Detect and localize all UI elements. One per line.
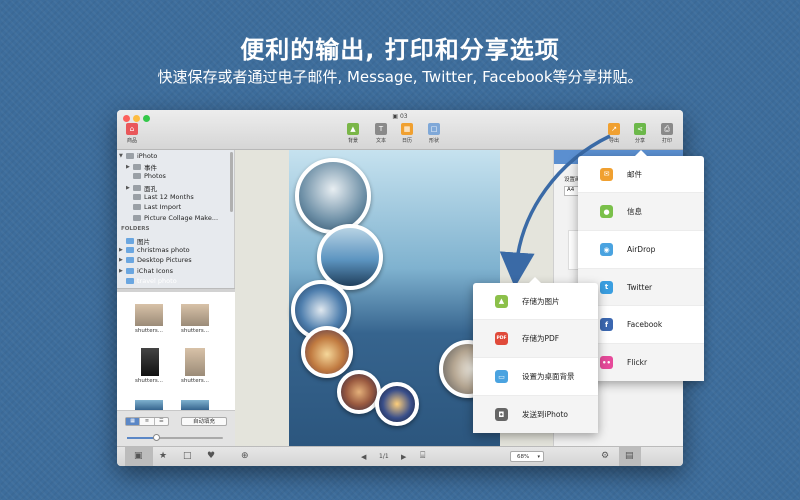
mail-icon: ✉ <box>600 167 613 181</box>
share-mail-item[interactable]: ✉ 邮件 <box>578 156 704 193</box>
facebook-icon: f <box>600 318 613 331</box>
flickr-icon: •• <box>600 356 613 369</box>
export-save-pdf-item[interactable]: PDF 存储为PDF <box>473 320 598 358</box>
messages-icon: ● <box>600 205 613 218</box>
export-save-image-item[interactable]: ▲ 存储为图片 <box>473 283 598 320</box>
share-messages-item[interactable]: ● 信息 <box>578 193 704 231</box>
save-pdf-icon: PDF <box>495 332 508 345</box>
export-menu: ▲ 存储为图片 PDF 存储为PDF ▭ 设置为桌面背景 ◘ 发送到iPhoto <box>473 277 598 433</box>
airdrop-icon: ◉ <box>600 243 613 256</box>
camera-icon: ◘ <box>495 408 508 421</box>
share-airdrop-item[interactable]: ◉ AirDrop <box>578 231 704 269</box>
save-image-icon: ▲ <box>495 294 508 308</box>
desktop-icon: ▭ <box>495 370 508 383</box>
export-send-iphoto-item[interactable]: ◘ 发送到iPhoto <box>473 396 598 433</box>
twitter-icon: t <box>600 280 613 294</box>
export-set-desktop-item[interactable]: ▭ 设置为桌面背景 <box>473 358 598 396</box>
